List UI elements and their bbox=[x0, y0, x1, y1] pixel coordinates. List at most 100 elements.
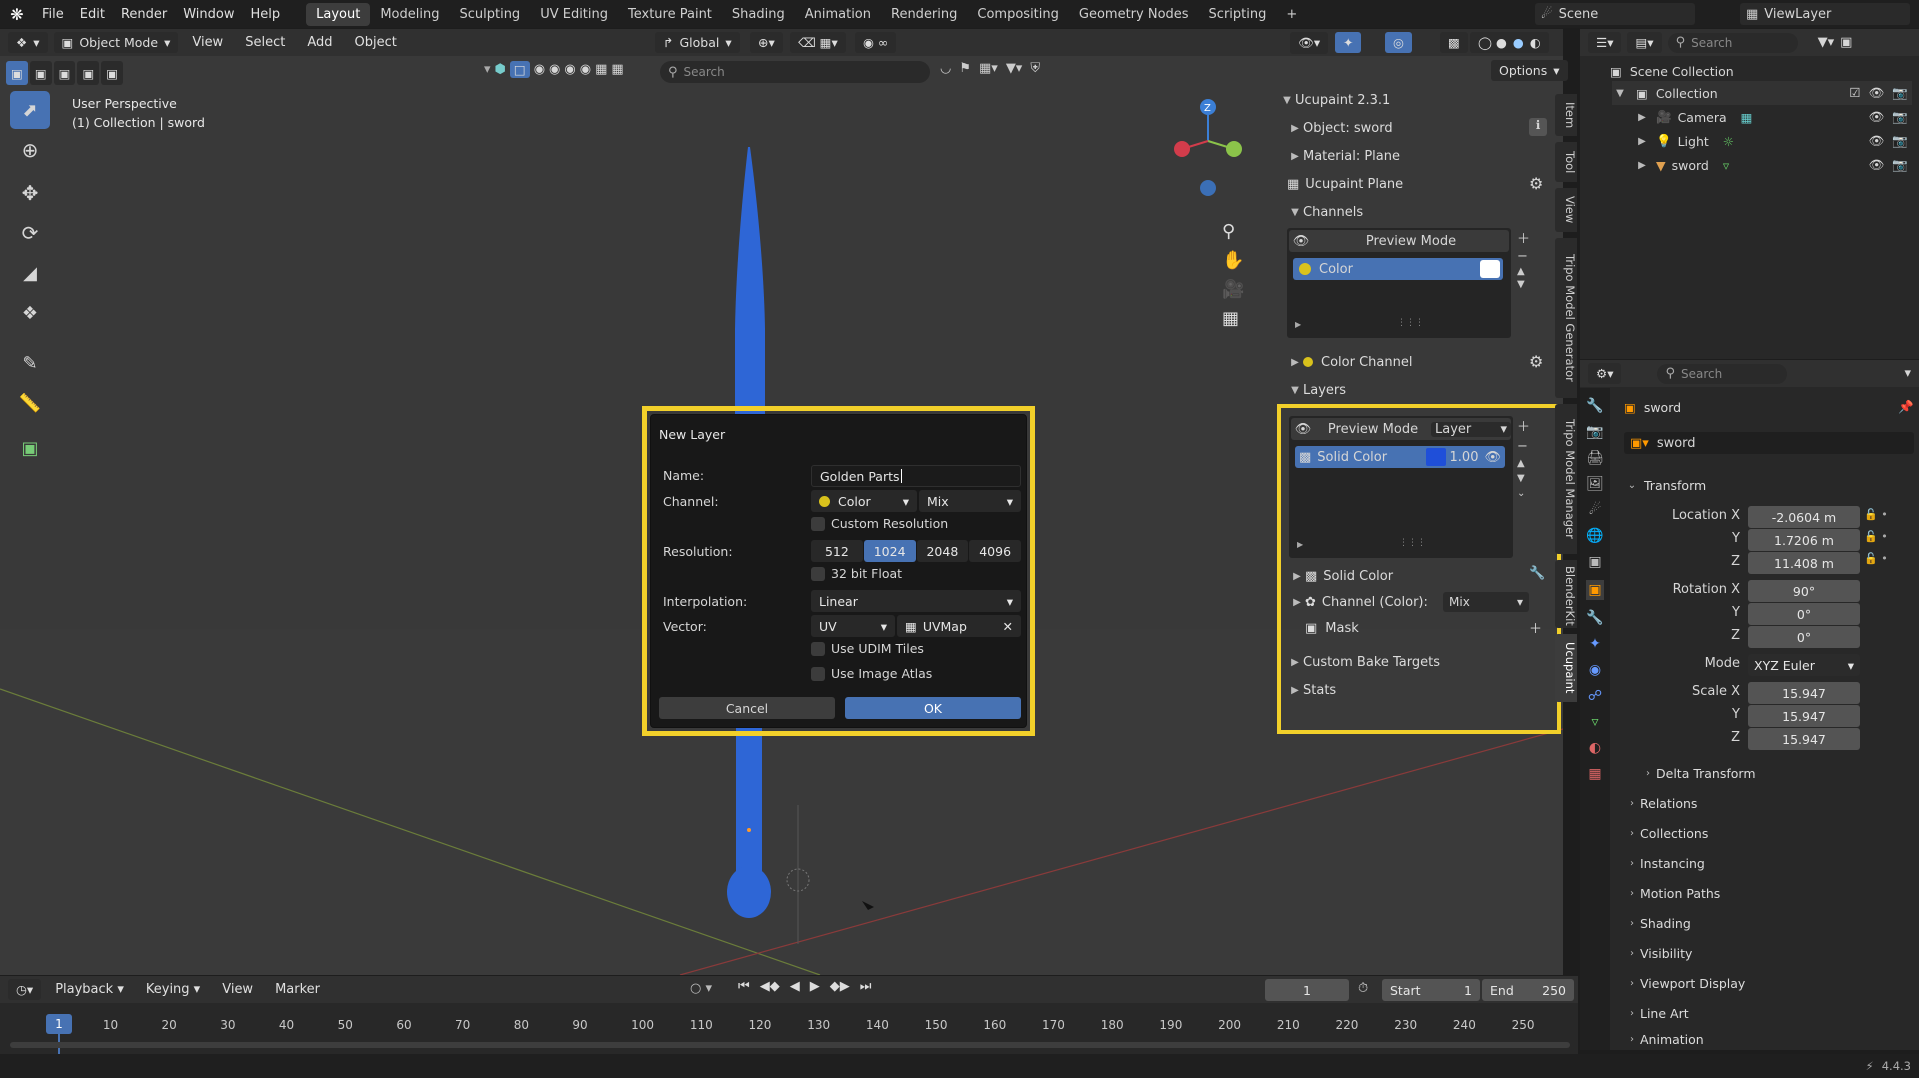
info-icon[interactable]: ℹ bbox=[1529, 118, 1547, 136]
timeline-editor-type[interactable]: ◷▾ bbox=[8, 979, 42, 1000]
hand-pan-icon[interactable]: ✋ bbox=[1222, 250, 1244, 271]
object-row[interactable]: ▶ Object: sword bbox=[1287, 114, 1392, 142]
pivot-dropdown[interactable]: ⊕▾ bbox=[750, 32, 783, 53]
viewport-search-input[interactable]: Search bbox=[684, 65, 725, 79]
jump-end-icon[interactable]: ⏭ bbox=[860, 979, 872, 994]
material-icon[interactable]: ⬢ bbox=[495, 62, 506, 77]
rotation-x-field[interactable]: 90° bbox=[1748, 580, 1860, 602]
stopwatch-icon[interactable]: ⏱ bbox=[1358, 981, 1368, 996]
stats-row[interactable]: ▶ Stats bbox=[1287, 676, 1336, 704]
tab-rendering[interactable]: Rendering bbox=[881, 3, 967, 26]
data-tab-icon[interactable]: ▿ bbox=[1591, 714, 1598, 730]
chevron-down-icon[interactable]: ▾ bbox=[484, 62, 491, 77]
section-instancing[interactable]: › Instancing bbox=[1624, 848, 1705, 878]
blend-dropdown[interactable]: Mix ▾ bbox=[919, 490, 1021, 512]
playhead-label[interactable]: 1 bbox=[46, 1014, 72, 1034]
section-motion-paths[interactable]: › Motion Paths bbox=[1624, 878, 1720, 908]
timeline-menu-view[interactable]: View bbox=[214, 982, 261, 997]
new-collection-icon[interactable]: ▣ bbox=[1840, 35, 1852, 50]
timeline-menu-keying[interactable]: Keying ▾ bbox=[138, 982, 208, 997]
overlay-toggle[interactable]: ◎ bbox=[1385, 32, 1412, 53]
vector-dropdown[interactable]: UV ▾ bbox=[811, 615, 895, 637]
channels-preview-mode-row[interactable]: 👁 Preview Mode bbox=[1289, 230, 1509, 252]
outliner-search[interactable]: ⚲ Search bbox=[1667, 32, 1798, 53]
shield-icon[interactable]: ⛨ bbox=[1030, 61, 1040, 76]
add-cube-tool[interactable]: ▣ bbox=[10, 429, 50, 467]
outliner-item-camera[interactable]: ▶ 🎥 Camera ▦ 👁 📷 bbox=[1634, 105, 1912, 129]
section-line-art[interactable]: › Line Art bbox=[1624, 998, 1689, 1028]
bookmark-icon[interactable]: ⚑ bbox=[959, 61, 971, 76]
tab-modeling[interactable]: Modeling bbox=[370, 3, 449, 26]
shade-icon[interactable]: ◉ bbox=[534, 62, 545, 77]
options-button[interactable]: Options ▾ bbox=[1491, 60, 1568, 81]
timeline-ruler[interactable]: 10 20 30 40 50 60 70 80 90 100 110 120 130 140 150 160 1… bbox=[0, 1014, 1578, 1054]
eye-icon[interactable]: 👁 bbox=[1289, 234, 1313, 249]
remove-layer-icon[interactable]: − bbox=[1517, 439, 1530, 454]
layers-eye-icon[interactable]: 👁 bbox=[1291, 422, 1315, 437]
current-frame-field[interactable]: 1 bbox=[1265, 979, 1349, 1001]
shade3-icon[interactable]: ◉ bbox=[564, 62, 575, 77]
res-1024-button[interactable]: 1024 bbox=[863, 540, 916, 562]
location-y-field[interactable]: 1.7206 m bbox=[1748, 529, 1860, 551]
tab-geometry-nodes[interactable]: Geometry Nodes bbox=[1069, 3, 1199, 26]
select-intersect-icon[interactable]: ▣ bbox=[101, 61, 124, 85]
scene-name[interactable]: Scene bbox=[1559, 7, 1599, 22]
modifier-tab-icon[interactable]: 🔧 bbox=[1586, 610, 1603, 626]
layers-mode-dropdown[interactable]: Layer ▾ bbox=[1431, 421, 1511, 437]
visibility-dropdown[interactable]: 👁▾ bbox=[1290, 32, 1329, 54]
eye-icon[interactable]: 👁 bbox=[1869, 85, 1885, 101]
add-mask-icon[interactable]: ＋ bbox=[1529, 618, 1542, 637]
lock-icon[interactable]: 🔓 • bbox=[1864, 530, 1888, 543]
object-tab-icon[interactable]: ▣ bbox=[1586, 580, 1604, 600]
vp-menu-select[interactable]: Select bbox=[237, 35, 293, 50]
res-512-button[interactable]: 512 bbox=[811, 540, 863, 562]
transform-header[interactable]: ⌄ Transform bbox=[1624, 470, 1706, 500]
tab-sculpting[interactable]: Sculpting bbox=[449, 3, 530, 26]
name-input[interactable]: Golden Parts bbox=[811, 465, 1021, 487]
layer-up-icon[interactable]: ▲ bbox=[1517, 458, 1530, 469]
channel-item-color[interactable]: Color bbox=[1293, 258, 1503, 280]
channels-header[interactable]: ▼ Channels bbox=[1287, 198, 1363, 226]
camera-render-icon[interactable]: 📷 bbox=[1892, 109, 1908, 125]
play-reverse-icon[interactable]: ◀ bbox=[790, 979, 800, 994]
cursor-tool[interactable]: ⊕ bbox=[10, 131, 50, 169]
tab-scripting[interactable]: Scripting bbox=[1199, 3, 1277, 26]
location-x-field[interactable]: -2.0604 m bbox=[1748, 506, 1860, 528]
shade2-icon[interactable]: ◉ bbox=[549, 62, 560, 77]
object-name-field[interactable]: ▣▾ sword bbox=[1624, 432, 1914, 454]
select-box-tool[interactable]: ⬈ bbox=[10, 91, 50, 129]
tab-layout[interactable]: Layout bbox=[306, 2, 371, 26]
move-up-icon[interactable]: ▲ bbox=[1517, 266, 1530, 277]
constraints-tab-icon[interactable]: ☍ bbox=[1588, 688, 1602, 704]
location-z-field[interactable]: 11.408 m bbox=[1748, 552, 1860, 574]
play-icon[interactable]: ▶ bbox=[810, 979, 820, 994]
menu-window[interactable]: Window bbox=[175, 7, 242, 22]
tab-tripo-generator[interactable]: Tripo Model Generator bbox=[1555, 238, 1577, 398]
vp-menu-view[interactable]: View bbox=[184, 35, 231, 50]
rotate-tool[interactable]: ⟳ bbox=[10, 214, 50, 252]
proportional-edit-toggle[interactable]: ◉ ∞ bbox=[855, 32, 897, 53]
ucupaint-header[interactable]: ▼ Ucupaint 2.3.1 bbox=[1279, 86, 1390, 114]
rotation-mode-dropdown[interactable]: XYZ Euler ▾ bbox=[1748, 654, 1860, 676]
camera-render-icon[interactable]: 📷 bbox=[1892, 85, 1908, 101]
select-subtract-icon[interactable]: ▣ bbox=[53, 61, 76, 85]
start-frame-field[interactable]: Start 1 bbox=[1382, 979, 1480, 1001]
rotation-z-field[interactable]: 0° bbox=[1748, 626, 1860, 648]
select-invert-icon[interactable]: ▣ bbox=[77, 61, 100, 85]
ucupaint-plane-row[interactable]: ▦ Ucupaint Plane bbox=[1287, 170, 1403, 198]
scale-tool[interactable]: ◢ bbox=[10, 254, 50, 292]
section-collections[interactable]: › Collections bbox=[1624, 818, 1708, 848]
layers-resize-handle-icon[interactable]: ⋮⋮⋮ bbox=[1399, 538, 1426, 548]
scale-x-field[interactable]: 15.947 bbox=[1748, 682, 1860, 704]
properties-search-input[interactable]: Search bbox=[1681, 367, 1722, 381]
gizmo-toggle[interactable]: ✦ bbox=[1335, 32, 1362, 53]
zoom-icon[interactable]: ⚲ bbox=[1222, 221, 1244, 242]
blender-logo-icon[interactable]: ❋ bbox=[0, 0, 34, 28]
tool-tab-icon[interactable]: 🔧 bbox=[1586, 398, 1603, 414]
material-row[interactable]: ▶ Material: Plane bbox=[1287, 142, 1400, 170]
solid-view-icon[interactable]: □ bbox=[509, 61, 530, 78]
layers-header[interactable]: ▼ Layers bbox=[1287, 376, 1346, 404]
tab-view[interactable]: View bbox=[1555, 188, 1577, 232]
viewlayer-name[interactable]: ViewLayer bbox=[1764, 7, 1831, 22]
checkbox-checked-icon[interactable]: ☑ bbox=[1849, 85, 1860, 101]
